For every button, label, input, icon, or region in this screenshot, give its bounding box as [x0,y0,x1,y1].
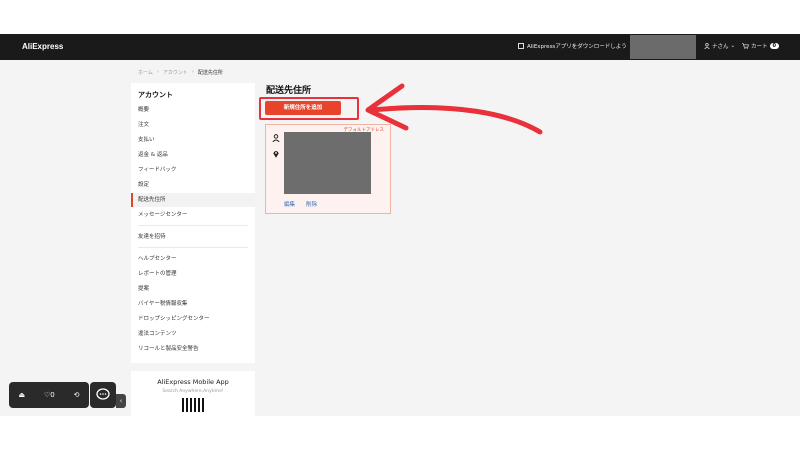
chat-button[interactable] [90,382,116,408]
breadcrumb-separator: › [156,69,159,75]
account-name: ナさん [712,44,729,50]
qr-code-icon [518,43,524,49]
mobile-app-promo: AliExpress Mobile App Search Anywhere,An… [131,371,255,416]
collapse-toolbar-button[interactable]: ‹ [116,394,126,408]
top-navigation-bar: AliExpress AliExpressアプリをダウンロードしよう ナさん ⌄… [0,34,800,60]
sidebar-item-dropshipping-center[interactable]: ドロップシッピングセンター [131,312,255,326]
app-download-link[interactable]: AliExpressアプリをダウンロードしよう [518,42,627,50]
sidebar-item-settings[interactable]: 設定 [131,178,255,192]
cart-label: カート [751,44,768,50]
floating-toolbar: ⏏ ♡0 ⟲ [9,382,89,408]
app-download-label: AliExpressアプリをダウンロードしよう [527,44,627,50]
breadcrumb-separator: › [191,69,194,75]
wishlist-count: 0 [50,391,55,399]
annotation-highlight-box [259,97,359,120]
sidebar-item-illegal-content[interactable]: 違法コンテンツ [131,327,255,341]
sidebar-divider [138,225,248,226]
wishlist-button[interactable]: ♡0 [44,391,55,399]
account-sidebar: アカウント 概要 注文 支払い 返金 & 返品 フィードバック 設定 配送先住所… [131,83,255,363]
sidebar-divider [138,247,248,248]
app-qr-code [182,398,204,412]
sidebar-item-help-center[interactable]: ヘルプセンター [131,252,255,266]
sidebar-item-invite-friends[interactable]: 友達を招待 [131,230,255,244]
account-menu[interactable]: ナさん ⌄ [704,42,735,50]
sidebar-item-overview[interactable]: 概要 [131,103,255,117]
annotation-arrow [365,83,543,135]
mobile-app-subtitle: Search Anywhere,Anytime! [162,389,224,394]
chevron-left-icon: ‹ [119,397,123,405]
sidebar-item-message-center[interactable]: メッセージセンター [131,208,255,222]
history-icon[interactable]: ⟲ [74,391,80,399]
redacted-search-area [630,35,696,59]
eject-icon[interactable]: ⏏ [18,391,25,399]
breadcrumb-current: 配送先住所 [197,70,223,76]
sidebar-item-recalls[interactable]: リコールと製品安全警告 [131,342,255,356]
person-icon [272,134,280,142]
edit-address-link[interactable]: 編集 [284,200,295,208]
sidebar-item-shipping-address[interactable]: 配送先住所 [131,193,255,207]
sidebar-item-buyer-tax-info[interactable]: バイヤー税情報収集 [131,297,255,311]
page-title: 配送先住所 [266,86,312,96]
browser-viewport: AliExpress AliExpressアプリをダウンロードしよう ナさん ⌄… [0,34,800,416]
cart-link[interactable]: カート 0 [742,42,779,50]
breadcrumb-account[interactable]: アカウント [163,69,188,76]
sidebar-item-suggestions[interactable]: 提案 [131,282,255,296]
cart-icon [742,43,749,49]
aliexpress-logo[interactable]: AliExpress [22,42,63,51]
sidebar-item-feedback[interactable]: フィードバック [131,163,255,177]
user-icon [704,43,710,49]
chevron-down-icon: ⌄ [730,43,736,49]
delete-address-link[interactable]: 削除 [306,200,317,208]
sidebar-item-refunds[interactable]: 返金 & 返品 [131,148,255,162]
breadcrumb: ホーム › アカウント › 配送先住所 [138,69,223,76]
cart-count-badge: 0 [769,43,779,49]
breadcrumb-home[interactable]: ホーム [138,69,153,76]
chat-bubble-icon [96,388,110,400]
sidebar-item-report-management[interactable]: レポートの管理 [131,267,255,281]
sidebar-item-payments[interactable]: 支払い [131,133,255,147]
redacted-address-details [284,132,371,194]
mobile-app-title: AliExpress Mobile App [157,378,229,386]
sidebar-item-orders[interactable]: 注文 [131,118,255,132]
sidebar-title: アカウント [138,91,173,99]
location-pin-icon [273,151,279,158]
